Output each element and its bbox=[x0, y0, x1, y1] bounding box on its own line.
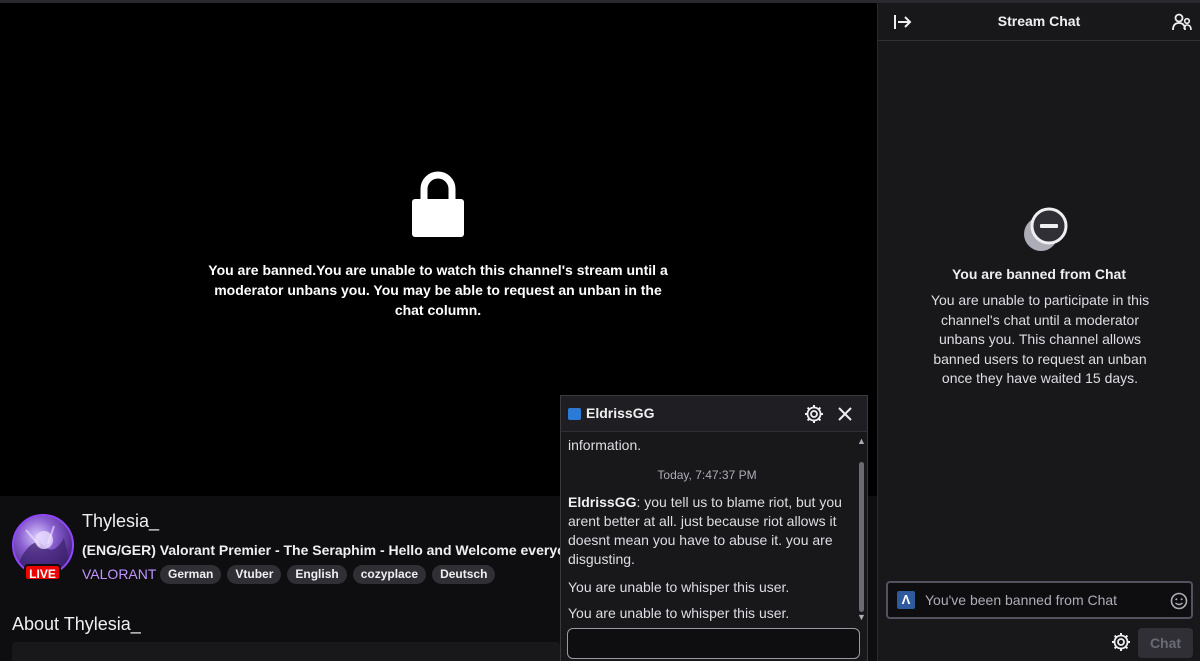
chat-input-placeholder: You've been banned from Chat bbox=[925, 592, 1118, 608]
game-link[interactable]: VALORANT bbox=[82, 566, 156, 582]
message-tail: information. bbox=[568, 437, 642, 453]
message: EldrissGG: you tell us to blame riot, bu… bbox=[568, 493, 852, 569]
banned-title: You are banned from Chat bbox=[952, 266, 1126, 282]
channel-name[interactable]: Thylesia_ bbox=[82, 511, 159, 532]
tag-german[interactable]: German bbox=[160, 565, 222, 584]
whisper-settings-icon[interactable] bbox=[804, 404, 824, 424]
message-author[interactable]: EldrissGG bbox=[568, 494, 636, 510]
chat-input[interactable]: Λ You've been banned from Chat bbox=[886, 581, 1193, 619]
live-badge: LIVE bbox=[24, 564, 61, 581]
chat-column: Stream Chat You are banned from Chat You… bbox=[877, 3, 1200, 661]
tag-vtuber[interactable]: Vtuber bbox=[227, 565, 282, 584]
lock-icon bbox=[412, 171, 464, 237]
stream-title: (ENG/GER) Valorant Premier - The Seraphi… bbox=[82, 542, 560, 558]
scrollbar[interactable] bbox=[859, 462, 864, 612]
chat-send-button[interactable]: Chat bbox=[1138, 628, 1193, 658]
crown-badge-icon bbox=[568, 408, 581, 420]
chat-settings-icon[interactable] bbox=[1111, 632, 1131, 652]
close-icon[interactable] bbox=[837, 406, 853, 422]
badge-icon: Λ bbox=[897, 591, 915, 609]
tag-cozyplace[interactable]: cozyplace bbox=[352, 565, 427, 584]
whisper-messages[interactable]: information. Today, 7:47:37 PM EldrissGG… bbox=[561, 432, 867, 626]
chat-title: Stream Chat bbox=[997, 13, 1081, 29]
whisper-window: EldrissGG information. Today, 7:47:37 PM… bbox=[560, 395, 868, 661]
system-notice: You are unable to whisper this user. bbox=[568, 605, 790, 621]
message-timestamp: Today, 7:47:37 PM bbox=[657, 468, 757, 482]
whisper-input[interactable] bbox=[567, 628, 860, 659]
scroll-down-icon[interactable]: ▼ bbox=[857, 612, 866, 622]
whisper-username[interactable]: EldrissGG bbox=[586, 405, 654, 421]
chat-header: Stream Chat bbox=[878, 3, 1200, 41]
banned-icon bbox=[1024, 207, 1068, 251]
about-heading: About Thylesia_ bbox=[12, 614, 141, 634]
tag-english[interactable]: English bbox=[287, 565, 347, 584]
system-notice: You are unable to whisper this user. bbox=[568, 579, 790, 595]
tag-deutsch[interactable]: Deutsch bbox=[432, 565, 496, 584]
ban-message: You are banned.You are unable to watch t… bbox=[208, 262, 668, 318]
banned-description: You are unable to participate in this ch… bbox=[930, 292, 1150, 386]
scroll-up-icon[interactable]: ▲ bbox=[857, 436, 866, 446]
tag-list: German Vtuber English cozyplace Deutsch bbox=[160, 565, 496, 584]
community-icon[interactable] bbox=[1172, 12, 1192, 32]
whisper-header[interactable]: EldrissGG bbox=[561, 396, 867, 432]
emote-picker-icon[interactable] bbox=[1170, 592, 1188, 610]
about-panel bbox=[12, 642, 560, 661]
